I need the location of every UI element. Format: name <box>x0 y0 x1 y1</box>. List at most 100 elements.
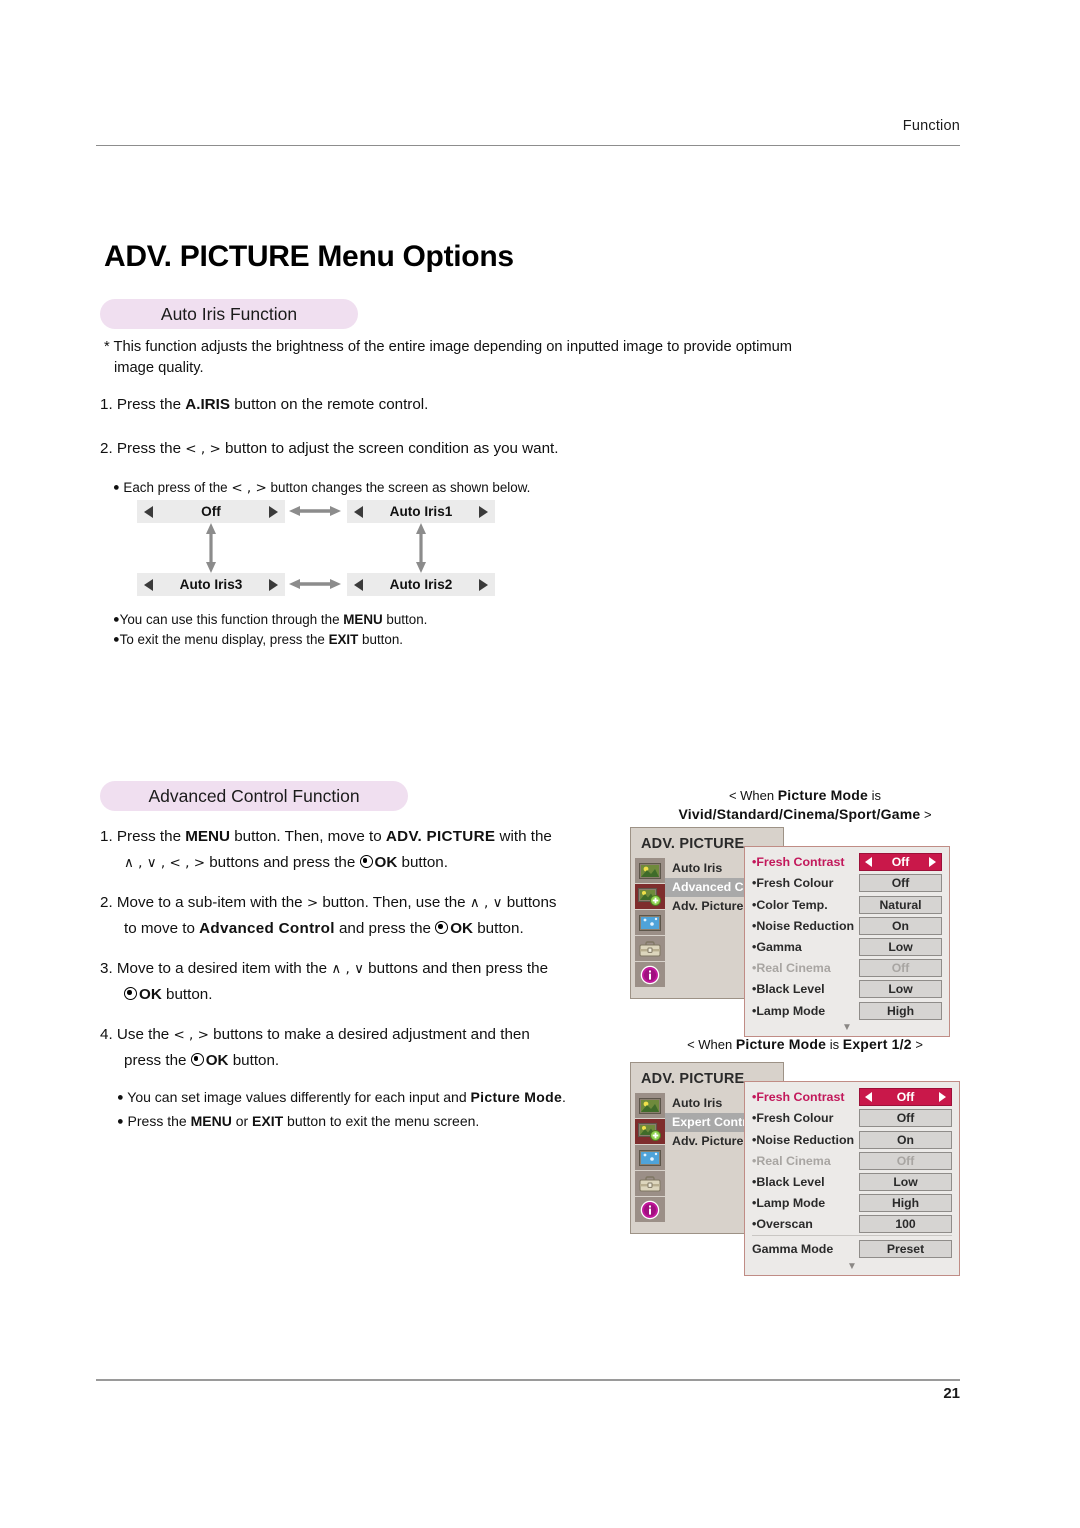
scroll-down-icon[interactable]: ▼ <box>752 1022 942 1033</box>
osd-menu-panel-vivid-standard: ADV. PICTURE Auto Iris Advanced Cont Adv… <box>630 827 950 1037</box>
osd-setting-value[interactable]: Preset <box>859 1240 952 1259</box>
auto-iris-step1-post: button on the remote control. <box>230 396 429 413</box>
osd-value-text: Off <box>891 855 910 870</box>
scroll-down-icon[interactable]: ▼ <box>752 1261 952 1272</box>
page-title: ADV. PICTURE Menu Options <box>104 240 514 273</box>
osd-setting-gamma[interactable]: •Gamma Low <box>752 937 942 958</box>
adv-step2-h: and press the <box>334 920 436 937</box>
osd-setting-lamp-mode[interactable]: •Lamp Mode High <box>752 1000 942 1021</box>
option-toolbox-icon[interactable] <box>635 1171 665 1196</box>
osd-menu-panel-expert: ADV. PICTURE Auto Iris Expert Control Ad… <box>630 1062 960 1276</box>
right-key-glyph: > <box>306 895 319 911</box>
adv-note2-c: or <box>231 1112 253 1129</box>
bullet-glyph: ● <box>117 1091 124 1104</box>
picture-mode-values: Vivid/Standard/Cinema/Sport/Game <box>678 806 921 822</box>
osd-setting-value[interactable]: 100 <box>859 1215 952 1234</box>
auto-iris-step2-pre: 2. Press the <box>100 440 186 457</box>
right-arrow-icon <box>479 578 488 591</box>
osd-setting-value[interactable]: On <box>859 1130 952 1149</box>
osd-setting-fresh-contrast[interactable]: •Fresh Contrast Off <box>752 1087 952 1108</box>
adv-picture-icon[interactable] <box>635 1119 665 1144</box>
ok-button-icon <box>124 987 137 1000</box>
osd-caption1-post: > <box>920 807 932 822</box>
left-arrow-icon <box>354 505 363 518</box>
left-arrow-icon <box>354 578 363 591</box>
osd-setting-black-level[interactable]: •Black Level Low <box>752 1172 952 1193</box>
osd-setting-color-temp[interactable]: •Color Temp. Natural <box>752 894 942 915</box>
picture-icon[interactable] <box>635 1093 665 1118</box>
osd-setting-label: Gamma Mode <box>752 1242 834 1257</box>
osd-setting-value[interactable]: Natural <box>859 895 942 914</box>
advanced-control-note-2: ● Press the MENU or EXIT button to exit … <box>117 1110 677 1134</box>
osd-setting-value[interactable]: High <box>859 1001 942 1020</box>
auto-iris-bullet-menu: ●You can use this function through the M… <box>113 610 613 630</box>
screen-icon[interactable] <box>635 1145 665 1170</box>
flow-state-auto-iris1-label: Auto Iris1 <box>389 504 453 519</box>
osd-setting-label: •Noise Reduction <box>752 1132 855 1147</box>
information-icon[interactable] <box>635 1197 665 1222</box>
advanced-control-notes: ● You can set image values differently f… <box>117 1086 677 1133</box>
adv-note2-a: Press the <box>127 1112 191 1129</box>
osd-caption2-mid: is <box>826 1037 843 1052</box>
picture-mode-label: Picture Mode <box>735 1036 827 1052</box>
osd-value-text: Off <box>896 1090 915 1105</box>
osd-setting-value[interactable]: Off <box>859 874 942 893</box>
osd-setting-label: •Lamp Mode <box>752 1003 826 1018</box>
osd-setting-label: •Black Level <box>752 982 825 997</box>
right-arrow-icon <box>269 505 278 518</box>
screen-icon[interactable] <box>635 910 665 935</box>
adv-step1-i: button. <box>397 854 448 871</box>
flow-state-auto-iris2-label: Auto Iris2 <box>389 577 453 592</box>
osd-setting-value[interactable]: High <box>859 1194 952 1213</box>
adv-step1-c: button. Then, move to <box>229 828 386 845</box>
osd-setting-value[interactable]: Low <box>859 1173 952 1192</box>
osd-setting-label: •Lamp Mode <box>752 1196 826 1211</box>
osd-setting-value[interactable]: Off <box>859 853 942 872</box>
adv-step2-a: 2. Move to a sub-item with the <box>100 894 307 911</box>
osd-setting-lamp-mode[interactable]: •Lamp Mode High <box>752 1193 952 1214</box>
picture-icon[interactable] <box>635 858 665 883</box>
left-right-key-glyph: < , > <box>173 1027 209 1043</box>
osd-setting-label: •Black Level <box>752 1175 825 1190</box>
osd-setting-value[interactable]: Off <box>859 1088 952 1107</box>
option-toolbox-icon[interactable] <box>635 936 665 961</box>
osd-setting-noise-reduction[interactable]: •Noise Reduction On <box>752 1129 952 1150</box>
adv-step4-d: press the <box>124 1052 191 1069</box>
adv-step2-f: to move to <box>124 920 200 937</box>
advanced-control-step-4: 4. Use the < , > buttons to make a desir… <box>100 1022 620 1074</box>
advanced-control-menu-label: Advanced Control <box>199 920 335 937</box>
osd-icon-rail <box>635 1093 665 1223</box>
osd-setting-label: •Color Temp. <box>752 897 828 912</box>
vertical-double-arrow-icon-right <box>414 523 428 573</box>
advanced-control-step-1: 1. Press the MENU button. Then, move to … <box>100 824 620 876</box>
auto-iris-bullet-each-press: ● Each press of the < , > button changes… <box>113 478 613 498</box>
information-icon[interactable] <box>635 962 665 987</box>
flow-state-auto-iris2: Auto Iris2 <box>347 573 495 596</box>
left-arrow-icon <box>865 857 872 868</box>
adv-picture-icon[interactable] <box>635 884 665 909</box>
bullet-glyph: ● <box>113 633 120 645</box>
adv-step4-a: 4. Use the <box>100 1026 174 1043</box>
adv-step1-a: 1. Press the <box>100 828 186 845</box>
osd-setting-black-level[interactable]: •Black Level Low <box>752 979 942 1000</box>
ok-button-label: OK <box>450 920 473 937</box>
right-arrow-icon <box>939 1092 946 1103</box>
bullet-each-pre: Each press of the <box>123 480 232 495</box>
osd-setting-fresh-colour[interactable]: •Fresh Colour Off <box>752 1108 952 1129</box>
osd-setting-value[interactable]: Off <box>859 1109 952 1128</box>
osd-setting-value[interactable]: Low <box>859 980 942 999</box>
osd-setting-fresh-contrast[interactable]: •Fresh Contrast Off <box>752 852 942 873</box>
osd-setting-value[interactable]: Low <box>859 938 942 957</box>
osd-setting-overscan[interactable]: •Overscan 100 <box>752 1214 952 1235</box>
page-number: 21 <box>943 1385 960 1402</box>
picture-mode-values: Expert 1/2 <box>842 1036 912 1052</box>
osd-setting-value[interactable]: On <box>859 916 942 935</box>
auto-iris-bullets: ●You can use this function through the M… <box>113 610 613 649</box>
bullet-glyph: ● <box>117 1115 124 1127</box>
auto-iris-step1-key: A.IRIS <box>185 396 230 413</box>
osd-setting-noise-reduction[interactable]: •Noise Reduction On <box>752 916 942 937</box>
osd-setting-fresh-colour[interactable]: •Fresh Colour Off <box>752 873 942 894</box>
advanced-control-step-2: 2. Move to a sub-item with the > button.… <box>100 890 620 942</box>
osd-setting-gamma-mode[interactable]: Gamma Mode Preset <box>752 1235 952 1260</box>
auto-iris-description-line2: image quality. <box>114 360 204 376</box>
